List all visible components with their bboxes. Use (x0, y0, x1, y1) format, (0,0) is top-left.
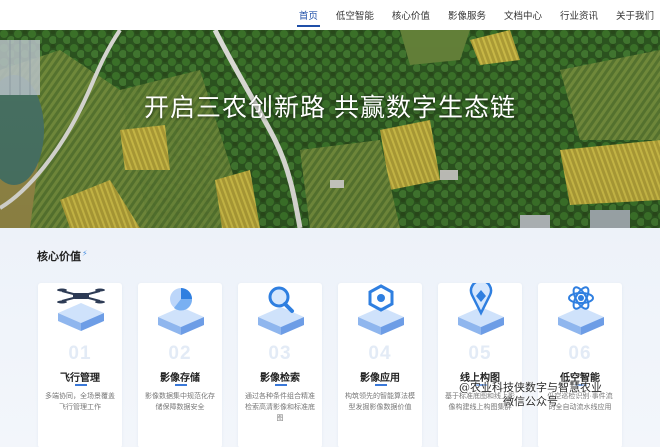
card-accent-bar (175, 384, 187, 386)
drone-icon (57, 288, 105, 331)
nav-item-about[interactable]: 关于我们 (614, 2, 656, 28)
card-number: 02 (168, 343, 192, 364)
value-card-low-altitude-intelligence[interactable]: 06 低空智能 低空巡检识别·事件流的全自动流水线应用 (538, 283, 622, 447)
watermark-line-2: 微信公众号 (503, 395, 558, 408)
card-number: 04 (368, 343, 392, 364)
hero-title: 开启三农创新路 共赢数字生态链 (144, 94, 516, 122)
value-card-image-storage[interactable]: 02 影像存储 影像数据集中规范化存储保障数据安全 (138, 283, 222, 447)
map-pin-icon (458, 283, 504, 335)
value-card-image-search[interactable]: 03 影像检索 通过各种条件组合精准检索高清影像和标准底图 (238, 283, 322, 447)
card-title: 影像检索 (260, 373, 300, 384)
card-accent-bar (75, 384, 87, 386)
nav-item-core-value[interactable]: 核心价值 (390, 2, 432, 28)
value-card-image-application[interactable]: 04 影像应用 构筑领先的智能算法模型发掘影像数据价值 (338, 283, 422, 447)
nav-item-docs[interactable]: 文档中心 (502, 2, 544, 28)
nav-item-home[interactable]: 首页 (296, 2, 320, 28)
value-card-flight-management[interactable]: 01 飞行管理 多端协同，全场景覆盖飞行管理工作 (38, 283, 122, 447)
value-card-online-mapping[interactable]: 05 线上构图 基于标准底图和线上影像构建线上构图集群 (438, 283, 522, 447)
core-value-section: 核心价值 ⚡ 01 飞行管理 多端协同，全场景覆盖飞行管理工作 02 影像存储 … (0, 228, 660, 447)
watermark-line-1: @农业科技侠数字与智慧农业 (459, 381, 602, 394)
card-number: 01 (68, 343, 92, 364)
card-number: 05 (468, 343, 492, 364)
pie-chart-icon (158, 288, 204, 335)
nav-menu: 首页 低空智能 核心价值 影像服务 文档中心 行业资讯 关于我们 (283, 0, 656, 30)
card-title: 飞行管理 (60, 373, 100, 384)
card-number: 03 (268, 343, 292, 364)
nav-item-low-altitude[interactable]: 低空智能 (334, 2, 376, 28)
cube-network-icon (358, 284, 404, 335)
card-description: 通过各种条件组合精准检索高清影像和标准底图 (245, 393, 315, 422)
hero-banner: 开启三农创新路 共赢数字生态链 (0, 30, 660, 228)
aerial-farmland-image (0, 30, 660, 228)
top-navigation: 首页 低空智能 核心价值 影像服务 文档中心 行业资讯 关于我们 (0, 0, 660, 30)
card-accent-bar (375, 384, 387, 386)
card-description: 构筑领先的智能算法模型发掘影像数据价值 (345, 393, 415, 411)
card-description: 影像数据集中规范化存储保障数据安全 (145, 393, 215, 411)
sparkle-icon: ⚡ (82, 249, 88, 258)
watermark: @农业科技侠数字与智慧农业 微信公众号 (459, 381, 602, 409)
card-title: 影像存储 (160, 373, 200, 384)
section-title: 核心价值 (37, 251, 81, 263)
atom-icon (558, 286, 604, 335)
nav-item-news[interactable]: 行业资讯 (558, 2, 600, 28)
nav-item-imagery-service[interactable]: 影像服务 (446, 2, 488, 28)
card-accent-bar (275, 384, 287, 386)
card-description: 多端协同，全场景覆盖飞行管理工作 (45, 393, 115, 411)
magnifier-icon (258, 286, 304, 335)
card-title: 影像应用 (360, 373, 400, 384)
card-number: 06 (568, 343, 592, 364)
